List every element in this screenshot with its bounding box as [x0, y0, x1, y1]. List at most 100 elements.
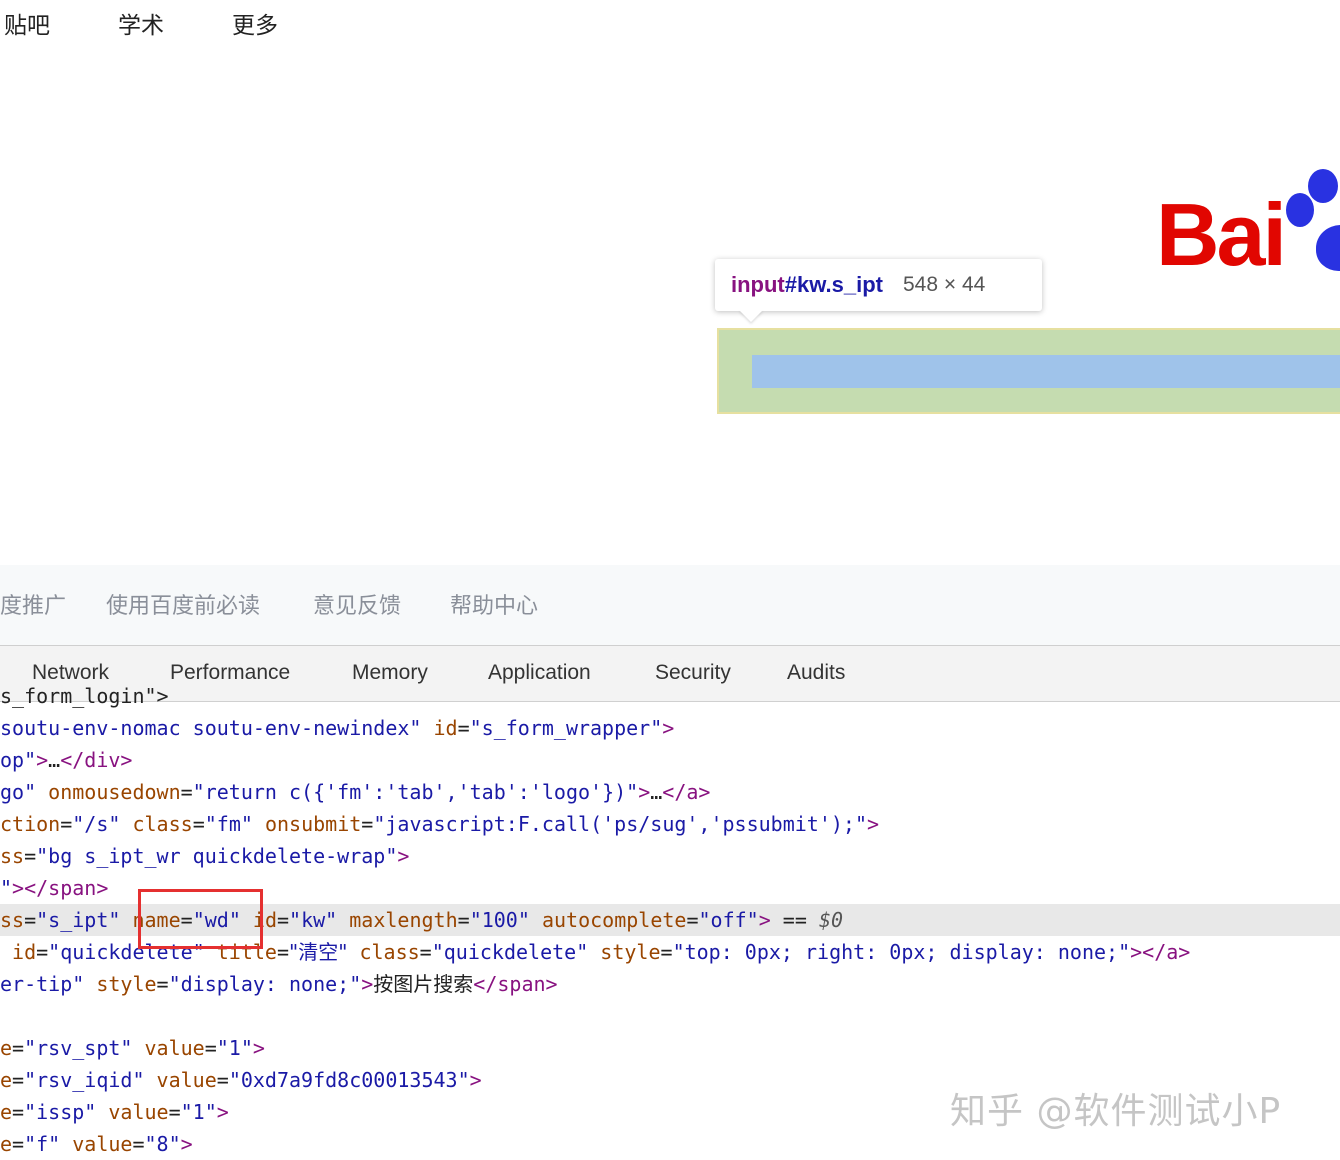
code-token: " — [0, 876, 13, 900]
code-token: "kw" — [289, 908, 338, 932]
code-token: value — [132, 1036, 205, 1060]
code-token: > — [36, 748, 49, 772]
code-token: = — [216, 1068, 229, 1092]
element-inspect-tooltip: input #kw.s_ipt 548 × 44 — [715, 259, 1042, 311]
nav-link-xueshu[interactable]: 学术 — [118, 6, 164, 40]
code-token: soutu-env-nomac soutu-env-newindex" — [0, 716, 422, 740]
code-token: = — [36, 940, 49, 964]
code-token: maxlength — [337, 908, 458, 932]
footer-link-feedback[interactable]: 意见反馈 — [313, 588, 401, 620]
code-token: = — [192, 812, 205, 836]
code-token: value — [144, 1068, 217, 1092]
code-token: = — [12, 1132, 25, 1156]
code-token: "bg s_ipt_wr quickdelete-wrap" — [36, 844, 398, 868]
code-token: = — [168, 1100, 181, 1124]
code-token: = — [361, 812, 374, 836]
code-token: class — [120, 812, 193, 836]
baidu-logo: Bai — [1156, 169, 1340, 285]
paw-icon — [1316, 225, 1340, 271]
code-token: "display: none;" — [168, 972, 362, 996]
footer-link-terms[interactable]: 使用百度前必读 — [106, 588, 260, 620]
code-token: > — [397, 844, 410, 868]
code-token: 按图片搜索 — [373, 972, 474, 996]
code-token: "清空" — [289, 940, 348, 964]
code-token: = — [156, 972, 169, 996]
code-token: style — [588, 940, 661, 964]
code-token: e — [0, 1100, 13, 1124]
code-token: > — [662, 716, 675, 740]
nav-link-tieba[interactable]: 贴吧 — [4, 6, 50, 40]
nav-link-more[interactable]: 更多 — [232, 6, 278, 40]
code-token: id — [0, 940, 37, 964]
code-token: class — [347, 940, 420, 964]
code-token: = — [12, 1068, 25, 1092]
code-token: "rsv_spt" — [24, 1036, 133, 1060]
code-token: e — [0, 1036, 13, 1060]
dom-node-line[interactable]: s_form_login"> — [0, 680, 1340, 712]
code-token: = — [132, 1132, 145, 1156]
code-token: </div> — [60, 748, 133, 772]
code-token: "rsv_iqid" — [24, 1068, 145, 1092]
dom-node-line[interactable]: ction="/s" class="fm" onsubmit="javascri… — [0, 808, 1340, 840]
search-input-content-highlight[interactable] — [752, 355, 1340, 388]
dom-node-line[interactable]: soutu-env-nomac soutu-env-newindex" id="… — [0, 712, 1340, 744]
annotation-highlight-box — [138, 889, 263, 949]
footer-link-help[interactable]: 帮助中心 — [450, 588, 538, 620]
code-token: ss — [0, 908, 25, 932]
code-token: > — [216, 1100, 229, 1124]
code-token: = — [24, 844, 37, 868]
code-token: </span> — [473, 972, 558, 996]
code-token: "1" — [216, 1036, 253, 1060]
code-token: > — [469, 1068, 482, 1092]
code-token: value — [60, 1132, 133, 1156]
footer-link-promo[interactable]: 度推广 — [0, 588, 66, 620]
code-token: er-tip" — [0, 972, 85, 996]
code-token: > — [361, 972, 374, 996]
code-token: style — [84, 972, 157, 996]
code-token: "1" — [180, 1100, 217, 1124]
code-token: = — [419, 940, 432, 964]
code-token: = — [660, 940, 673, 964]
code-token: > — [867, 812, 880, 836]
tooltip-selector: #kw.s_ipt — [784, 272, 883, 297]
dom-node-line[interactable]: go" onmousedown="return c({'fm':'tab','t… — [0, 776, 1340, 808]
code-token: ></span> — [12, 876, 109, 900]
code-token: = — [180, 780, 193, 804]
code-token: "fm" — [204, 812, 253, 836]
code-token: "top: 0px; right: 0px; display: none;" — [672, 940, 1131, 964]
dom-node-line[interactable]: e="rsv_spt" value="1"> — [0, 1032, 1340, 1064]
code-token: > — [758, 908, 771, 932]
code-token: = — [277, 908, 290, 932]
dom-node-line[interactable]: op">…</div> — [0, 744, 1340, 776]
watermark: 知乎 @软件测试小P — [950, 1091, 1282, 1132]
code-token: e — [0, 1068, 13, 1092]
code-token: "s_form_wrapper" — [469, 716, 663, 740]
dom-node-line[interactable]: er-tip" style="display: none;">按图片搜索</sp… — [0, 968, 1340, 1000]
code-token: "8" — [144, 1132, 181, 1156]
logo-text: Bai — [1156, 185, 1287, 284]
code-token: = — [276, 940, 290, 964]
code-token: value — [96, 1100, 169, 1124]
code-token: … — [48, 748, 61, 772]
code-token: == — [770, 908, 819, 932]
code-token: op" — [0, 748, 37, 772]
code-token: "s_ipt" — [36, 908, 121, 932]
code-token: = — [686, 908, 699, 932]
code-token: "0xd7a9fd8c00013543" — [228, 1068, 470, 1092]
browser-page: 贴吧 学术 更多 Bai input #kw.s_ipt 548 × 44 度推… — [0, 0, 1340, 645]
code-token: > — [638, 780, 651, 804]
code-token: "javascript:F.call('ps/sug','pssubmit');… — [373, 812, 868, 836]
code-token: autocomplete — [529, 908, 687, 932]
code-token: "f" — [24, 1132, 61, 1156]
tooltip-size: 548 × 44 — [903, 273, 986, 296]
code-token: = — [457, 908, 470, 932]
dom-node-line[interactable] — [0, 1000, 1340, 1032]
code-token: </a> — [662, 780, 711, 804]
code-token: = — [204, 1036, 217, 1060]
code-token: "issp" — [24, 1100, 97, 1124]
dom-node-line[interactable]: ss="bg s_ipt_wr quickdelete-wrap"> — [0, 840, 1340, 872]
code-token: > — [180, 1132, 193, 1156]
code-token: = — [60, 812, 73, 836]
code-token: > — [252, 1036, 265, 1060]
code-token: $0 — [818, 908, 844, 932]
